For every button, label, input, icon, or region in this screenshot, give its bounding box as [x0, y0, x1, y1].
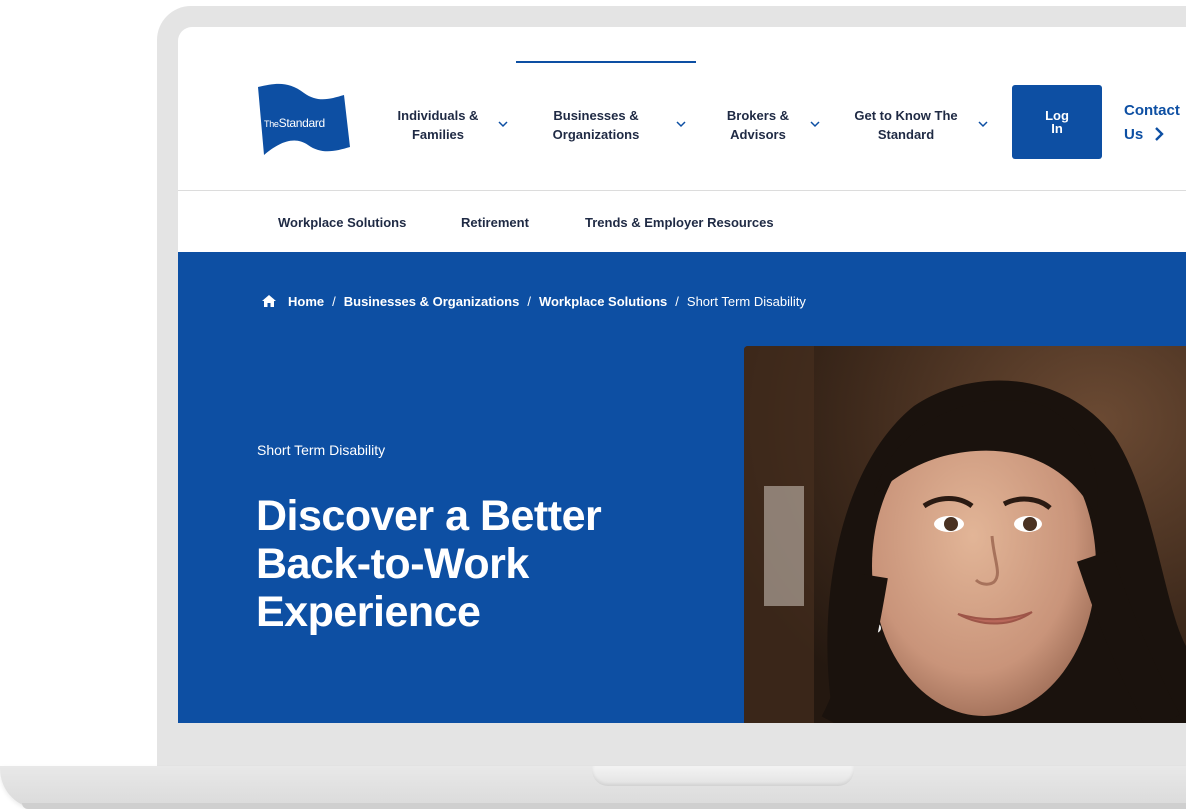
chevron-down-icon — [810, 121, 820, 128]
standard-logo[interactable]: TheStandard — [256, 81, 354, 161]
breadcrumb-separator: / — [675, 293, 679, 309]
nav-get-to-know[interactable]: Get to Know The Standard — [846, 105, 996, 145]
breadcrumb-workplace[interactable]: Workplace Solutions — [539, 294, 667, 309]
laptop-notch — [592, 766, 854, 786]
home-icon[interactable] — [261, 294, 277, 308]
logo-prefix: The — [264, 119, 279, 129]
nav-businesses-organizations[interactable]: Businesses & Organizations — [550, 105, 690, 145]
login-button[interactable]: Log In — [1012, 85, 1102, 159]
nav-item-label: Businesses & Organizations — [552, 108, 640, 142]
chevron-down-icon — [676, 121, 686, 128]
hero-eyebrow: Short Term Disability — [257, 442, 386, 458]
nav-item-label: Individuals & Families — [397, 108, 479, 142]
nav-item-label: Get to Know The Standard — [854, 108, 958, 142]
nav-individuals-families[interactable]: Individuals & Families — [392, 105, 512, 145]
hero-headline: Discover a Better Back-to-Work Experienc… — [256, 492, 602, 636]
contact-label: Contact Us — [1124, 102, 1180, 143]
breadcrumb-current: Short Term Disability — [686, 293, 806, 309]
breadcrumb: Home / Businesses & Organizations / Work… — [261, 293, 806, 309]
breadcrumb-separator: / — [527, 293, 531, 309]
woman-portrait-photo-icon — [744, 346, 1186, 723]
subnav-retirement[interactable]: Retirement — [461, 215, 529, 230]
chevron-right-icon — [1155, 127, 1164, 141]
nav-item-label: Brokers & Advisors — [726, 108, 790, 142]
nav-brokers-advisors[interactable]: Brokers & Advisors — [718, 105, 828, 145]
chevron-down-icon — [978, 121, 988, 128]
subnav-workplace-solutions[interactable]: Workplace Solutions — [278, 215, 406, 230]
sub-navigation: Workplace Solutions Retirement Trends & … — [178, 191, 1186, 252]
subnav-trends-resources[interactable]: Trends & Employer Resources — [585, 215, 774, 230]
site-header: TheStandard Individuals & Families Busin… — [178, 27, 1186, 191]
chevron-down-icon — [498, 121, 508, 128]
hero-photo — [744, 346, 1186, 723]
breadcrumb-separator: / — [332, 293, 336, 309]
breadcrumb-home[interactable]: Home — [288, 294, 324, 309]
logo-wordmark: TheStandard — [264, 116, 325, 130]
contact-us-link[interactable]: Contact Us — [1124, 99, 1180, 147]
logo-main: Standard — [278, 116, 326, 130]
hero-section: Home / Businesses & Organizations / Work… — [178, 252, 1186, 723]
laptop-screen: TheStandard Individuals & Families Busin… — [178, 27, 1186, 723]
breadcrumb-businesses[interactable]: Businesses & Organizations — [344, 294, 520, 309]
